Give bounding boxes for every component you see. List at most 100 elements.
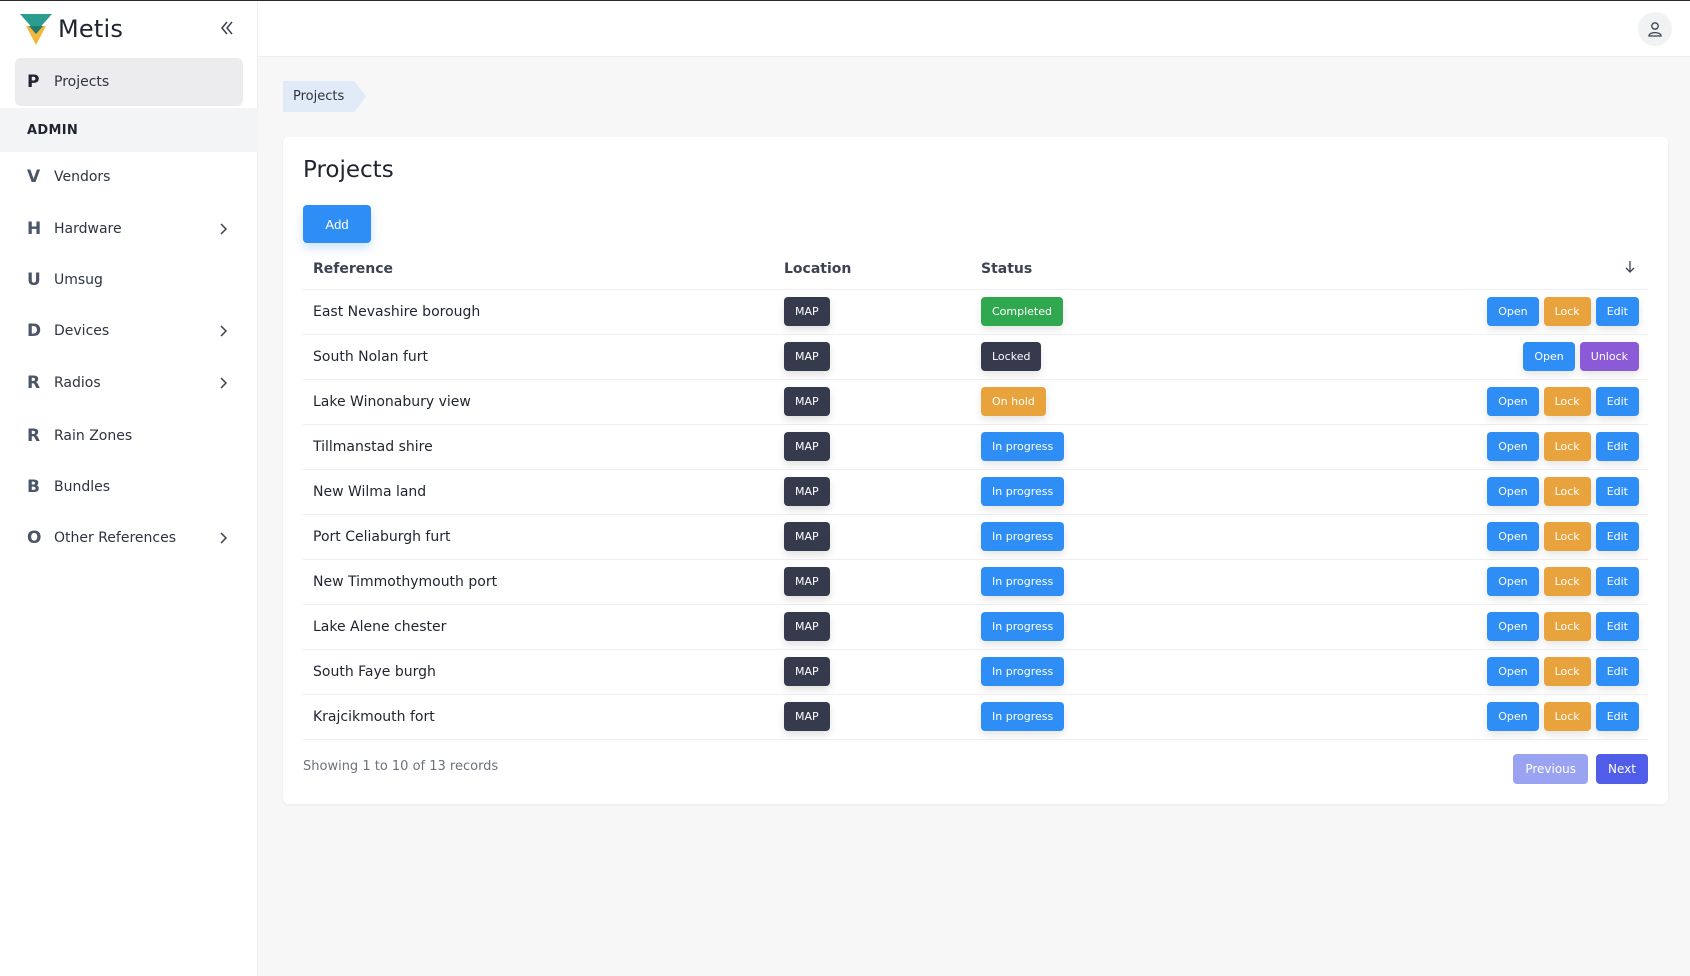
nav-label: Umsug xyxy=(54,272,103,288)
lock-button[interactable]: Lock xyxy=(1543,387,1591,416)
lock-button[interactable]: Lock xyxy=(1543,657,1591,686)
table-row: New Wilma land MAP In progress Open Lock Edit xyxy=(303,468,1648,514)
user-icon xyxy=(1648,22,1662,37)
next-page-button[interactable]: Next xyxy=(1596,754,1648,784)
status-badge: Completed xyxy=(981,297,1063,326)
map-button[interactable]: MAP xyxy=(784,432,830,461)
status-badge: In progress xyxy=(981,567,1065,596)
reference-cell: Lake Alene chester xyxy=(303,603,774,649)
status-cell: In progress xyxy=(971,693,1271,740)
edit-button[interactable]: Edit xyxy=(1595,477,1639,506)
edit-button[interactable]: Edit xyxy=(1595,657,1639,686)
location-cell: MAP xyxy=(774,423,971,469)
table-row: East Nevashire borough MAP Completed Open Lo… xyxy=(303,288,1648,334)
sort-control[interactable] xyxy=(1271,249,1648,289)
edit-button[interactable]: Edit xyxy=(1595,387,1639,416)
column-header-location[interactable]: Location xyxy=(774,249,971,289)
map-button[interactable]: MAP xyxy=(784,387,830,416)
open-button[interactable]: Open xyxy=(1487,657,1539,686)
table-row: South Nolan furt MAP Locked Open Unlock xyxy=(303,333,1648,379)
open-button[interactable]: Open xyxy=(1487,612,1539,641)
user-menu-button[interactable] xyxy=(1638,12,1672,46)
reference-cell: East Nevashire borough xyxy=(303,288,774,334)
sidebar-item-rain-zones[interactable]: R Rain Zones xyxy=(15,412,243,460)
section-header-admin: ADMIN xyxy=(0,108,258,152)
status-cell: Completed xyxy=(971,288,1271,334)
map-button[interactable]: MAP xyxy=(784,567,830,596)
open-button[interactable]: Open xyxy=(1487,297,1539,326)
column-header-reference[interactable]: Reference xyxy=(303,249,774,289)
map-button[interactable]: MAP xyxy=(784,657,830,686)
map-button[interactable]: MAP xyxy=(784,702,830,731)
open-button[interactable]: Open xyxy=(1487,702,1539,731)
lock-button[interactable]: Lock xyxy=(1543,297,1591,326)
records-summary: Showing 1 to 10 of 13 records xyxy=(303,759,499,774)
sidebar-item-radios[interactable]: R Radios xyxy=(15,359,243,407)
edit-button[interactable]: Edit xyxy=(1595,522,1639,551)
location-cell: MAP xyxy=(774,603,971,649)
edit-button[interactable]: Edit xyxy=(1595,612,1639,641)
chevron-right-icon xyxy=(220,325,228,337)
breadcrumb-item-projects[interactable]: Projects xyxy=(283,81,366,112)
status-cell: In progress xyxy=(971,558,1271,604)
collapse-sidebar-button[interactable] xyxy=(216,17,238,39)
open-button[interactable]: Open xyxy=(1487,477,1539,506)
nav-letter: V xyxy=(27,167,41,187)
map-button[interactable]: MAP xyxy=(784,297,830,326)
app-name: Metis xyxy=(58,15,124,43)
location-cell: MAP xyxy=(774,648,971,694)
open-button[interactable]: Open xyxy=(1487,567,1539,596)
status-cell: In progress xyxy=(971,513,1271,559)
add-project-button[interactable]: Add xyxy=(303,205,371,243)
table-header-row: Reference Location Status xyxy=(303,249,1648,289)
sidebar-item-hardware[interactable]: H Hardware xyxy=(15,205,243,253)
sidebar-item-projects[interactable]: P Projects xyxy=(15,58,243,106)
reference-cell: South Faye burgh xyxy=(303,648,774,694)
map-button[interactable]: MAP xyxy=(784,342,830,371)
status-badge: Locked xyxy=(981,342,1042,371)
location-cell: MAP xyxy=(774,333,971,379)
reference-cell: South Nolan furt xyxy=(303,333,774,379)
status-cell: Locked xyxy=(971,333,1271,379)
table-row: South Faye burgh MAP In progress Open Lock Ed… xyxy=(303,648,1648,694)
edit-button[interactable]: Edit xyxy=(1595,702,1639,731)
unlock-button[interactable]: Unlock xyxy=(1579,342,1639,371)
sidebar-item-other-references[interactable]: O Other References xyxy=(15,514,243,562)
map-button[interactable]: MAP xyxy=(784,522,830,551)
open-button[interactable]: Open xyxy=(1523,342,1575,371)
edit-button[interactable]: Edit xyxy=(1595,432,1639,461)
chevron-right-icon xyxy=(220,377,228,389)
lock-button[interactable]: Lock xyxy=(1543,567,1591,596)
sidebar-item-devices[interactable]: D Devices xyxy=(15,307,243,355)
lock-button[interactable]: Lock xyxy=(1543,432,1591,461)
location-cell: MAP xyxy=(774,693,971,740)
lock-button[interactable]: Lock xyxy=(1543,477,1591,506)
edit-button[interactable]: Edit xyxy=(1595,297,1639,326)
table-row: Lake Alene chester MAP In progress Open Lock… xyxy=(303,603,1648,649)
lock-button[interactable]: Lock xyxy=(1543,702,1591,731)
open-button[interactable]: Open xyxy=(1487,387,1539,416)
sidebar-item-umsug[interactable]: U Umsug xyxy=(15,256,243,304)
topbar xyxy=(258,1,1690,57)
map-button[interactable]: MAP xyxy=(784,612,830,641)
open-button[interactable]: Open xyxy=(1487,432,1539,461)
actions-cell: Open Lock Edit xyxy=(1271,603,1648,649)
column-header-status[interactable]: Status xyxy=(971,249,1271,289)
edit-button[interactable]: Edit xyxy=(1595,567,1639,596)
reference-cell: New Wilma land xyxy=(303,468,774,514)
nav-label: Hardware xyxy=(54,221,122,237)
nav-letter: D xyxy=(27,321,42,341)
location-cell: MAP xyxy=(774,513,971,559)
map-button[interactable]: MAP xyxy=(784,477,830,506)
status-cell: In progress xyxy=(971,423,1271,469)
actions-cell: Open Lock Edit xyxy=(1271,693,1648,740)
previous-page-button[interactable]: Previous xyxy=(1513,754,1589,784)
brand[interactable]: Metis xyxy=(19,11,123,47)
lock-button[interactable]: Lock xyxy=(1543,522,1591,551)
sidebar-item-bundles[interactable]: B Bundles xyxy=(15,463,243,511)
sidebar-item-vendors[interactable]: V Vendors xyxy=(15,153,243,201)
open-button[interactable]: Open xyxy=(1487,522,1539,551)
lock-button[interactable]: Lock xyxy=(1543,612,1591,641)
breadcrumb: Projects xyxy=(283,81,366,112)
status-cell: In progress xyxy=(971,603,1271,649)
